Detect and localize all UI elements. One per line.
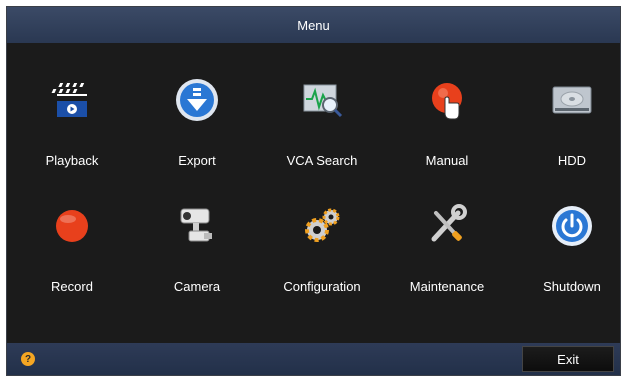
menu-item-shutdown[interactable]: Shutdown	[510, 193, 620, 303]
menu-item-export[interactable]: Export	[135, 67, 259, 177]
menu-item-vca-search[interactable]: VCA Search	[260, 67, 384, 177]
menu-item-label: Camera	[173, 279, 221, 294]
menu-item-maintenance[interactable]: Maintenance	[385, 193, 509, 303]
menu-item-label: HDD	[557, 153, 587, 168]
configuration-gears-icon	[305, 208, 340, 242]
export-download-icon	[176, 79, 218, 121]
menu-item-label: Export	[178, 153, 216, 168]
hdd-icon	[552, 86, 592, 114]
record-icon	[56, 210, 88, 242]
menu-item-playback[interactable]: Playback	[10, 67, 134, 177]
menu-item-label: Playback	[45, 153, 99, 168]
menu-item-label: Maintenance	[409, 279, 485, 294]
help-icon[interactable]: ?	[21, 352, 35, 366]
menu-item-manual[interactable]: Manual	[385, 67, 509, 177]
menu-item-label: VCA Search	[286, 153, 358, 168]
window-title: Menu	[297, 17, 330, 33]
maintenance-tools-icon	[431, 204, 467, 242]
status-bar: ? Exit	[7, 343, 620, 375]
camera-icon	[180, 208, 212, 242]
menu-item-label: Manual	[425, 153, 469, 168]
menu-item-configuration[interactable]: Configuration	[260, 193, 384, 303]
menu-item-label: Shutdown	[543, 279, 601, 294]
vca-search-icon	[303, 84, 343, 118]
menu-item-label: Configuration	[283, 279, 361, 294]
menu-item-hdd[interactable]: HDD	[510, 67, 620, 177]
playback-clapper-icon	[51, 83, 87, 117]
menu-item-label: Record	[51, 279, 93, 294]
manual-record-icon	[432, 83, 462, 120]
menu-titlebar: Menu	[7, 7, 620, 43]
power-icon	[552, 206, 592, 246]
menu-item-camera[interactable]: Camera	[135, 193, 259, 303]
menu-window: Menu Playback Export VCA Search Manual H…	[6, 6, 621, 376]
exit-button[interactable]: Exit	[522, 346, 614, 372]
menu-item-record[interactable]: Record	[10, 193, 134, 303]
